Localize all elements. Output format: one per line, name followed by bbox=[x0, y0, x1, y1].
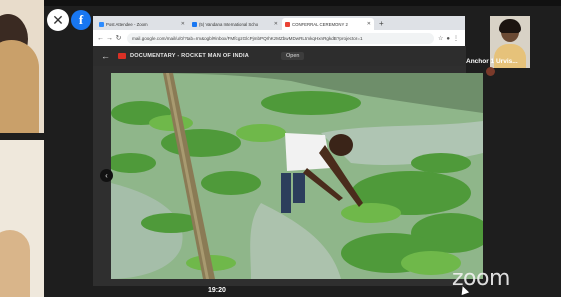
preview-header: ← DOCUMENTARY - ROCKET MAN OF INDIA bbox=[93, 46, 466, 66]
participant-hair bbox=[499, 19, 521, 33]
facebook-favicon-icon bbox=[192, 21, 197, 27]
video-frame[interactable] bbox=[111, 73, 483, 279]
open-button[interactable]: Open bbox=[281, 52, 305, 60]
tab-close-icon[interactable]: ✕ bbox=[181, 21, 185, 27]
tab-facebook[interactable]: (5) Vandana International Scho ✕ bbox=[189, 18, 281, 30]
top-band bbox=[44, 0, 561, 6]
video-scene bbox=[111, 73, 483, 279]
address-bar-row: ← → ↻ mail.google.com/mail/u/0/?tab=rm&o… bbox=[93, 30, 465, 46]
participant-tile-left-top[interactable] bbox=[0, 0, 44, 133]
tab-label: Post Attendee - Zoom bbox=[106, 21, 148, 27]
back-icon[interactable]: ← bbox=[96, 35, 105, 42]
back-arrow-icon[interactable]: ← bbox=[101, 51, 110, 61]
facebook-icon[interactable]: f bbox=[71, 10, 91, 30]
forward-icon[interactable]: → bbox=[105, 35, 114, 42]
tab-close-icon[interactable]: ✕ bbox=[274, 21, 278, 27]
time-label: 19:20 bbox=[208, 287, 226, 294]
previous-arrow-icon[interactable]: ‹ bbox=[100, 169, 113, 182]
browser-window: Post Attendee - Zoom ✕ (5) Vandana Inter… bbox=[93, 16, 465, 46]
reload-icon[interactable]: ↻ bbox=[114, 34, 123, 42]
tab-label: CONFERRAL CEREMONY 2 bbox=[292, 21, 348, 27]
tab-zoom[interactable]: Post Attendee - Zoom ✕ bbox=[96, 18, 188, 30]
zoom-favicon-icon bbox=[99, 21, 104, 27]
document-title: DOCUMENTARY - ROCKET MAN OF INDIA bbox=[130, 53, 249, 59]
tab-label: (5) Vandana International Scho bbox=[199, 21, 259, 27]
close-icon[interactable]: ✕ bbox=[47, 9, 69, 31]
gmail-favicon-icon bbox=[285, 21, 290, 27]
toolbar-icons[interactable]: ☆●⋮ bbox=[438, 35, 462, 42]
participant-name: Anchor 1 Urvis... bbox=[466, 58, 518, 65]
participant-figure bbox=[0, 230, 30, 297]
participant-tile-left-bottom[interactable] bbox=[0, 140, 44, 297]
tab-gmail[interactable]: CONFERRAL CEREMONY 2 ✕ bbox=[282, 18, 374, 30]
tab-strip: Post Attendee - Zoom ✕ (5) Vandana Inter… bbox=[93, 16, 465, 30]
video-file-icon bbox=[118, 53, 126, 59]
url-field[interactable]: mail.google.com/mail/u/0/?tab=rm&ogbl#in… bbox=[127, 32, 434, 44]
next-control-icon[interactable] bbox=[486, 67, 495, 76]
participant-figure bbox=[0, 40, 39, 133]
tab-close-icon[interactable]: ✕ bbox=[367, 21, 371, 27]
new-tab-button[interactable]: + bbox=[375, 18, 388, 30]
